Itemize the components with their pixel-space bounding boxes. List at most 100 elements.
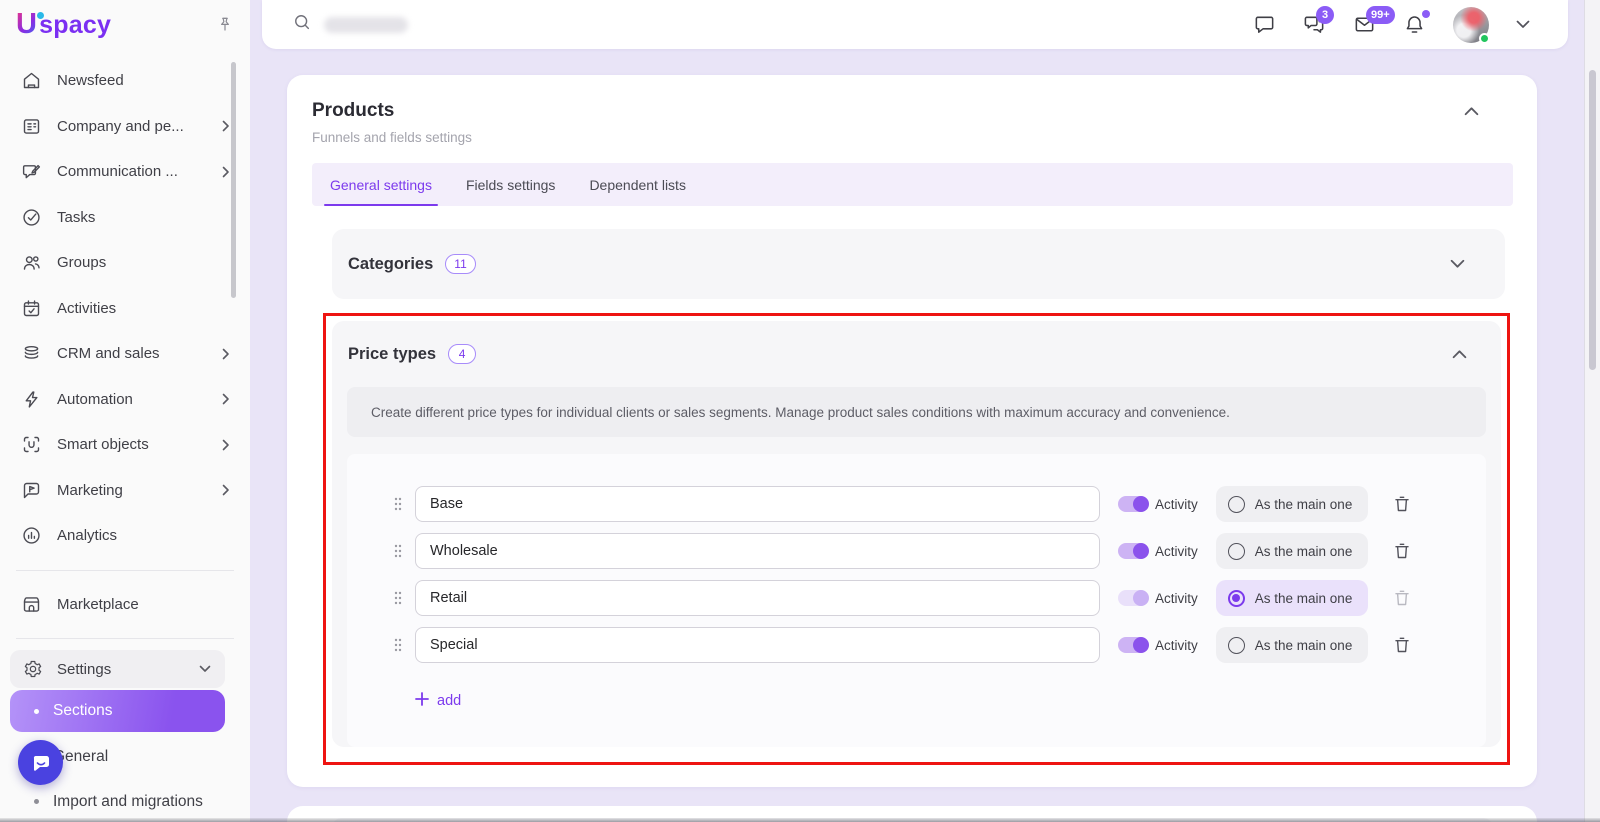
trash-icon[interactable]: [1394, 636, 1410, 654]
page-scrollbar[interactable]: [1584, 0, 1600, 822]
trash-icon[interactable]: [1394, 495, 1410, 513]
as-main-radio[interactable]: As the main one: [1216, 533, 1369, 569]
activity-toggle-disabled[interactable]: [1118, 590, 1148, 606]
sidebar-item-automation[interactable]: Automation: [0, 377, 250, 423]
plus-icon: [415, 692, 429, 710]
calendar-check-icon: [20, 297, 42, 319]
chats-count-badge: 3: [1316, 6, 1334, 24]
window-bottom-edge: [0, 818, 1600, 822]
people-icon: [20, 252, 42, 274]
sidebar-item-groups[interactable]: Groups: [0, 240, 250, 286]
uspacy-logo[interactable]: Uspacy: [16, 8, 111, 41]
as-main-radio[interactable]: As the main one: [1216, 627, 1369, 663]
annotation-highlight-box: Price types 4 Create different price typ…: [323, 313, 1510, 765]
topbar: 3 99+: [262, 0, 1568, 49]
sidebar-item-communication[interactable]: Communication ...: [0, 149, 250, 195]
chevron-right-icon: [222, 439, 230, 451]
chat-multiple-icon[interactable]: 3: [1303, 13, 1326, 36]
sidebar: Uspacy Newsfeed Company and pe... Commun…: [0, 0, 250, 822]
page-subtitle: Funnels and fields settings: [312, 130, 1513, 145]
price-types-description: Create different price types for individ…: [347, 387, 1486, 437]
page-title: Products: [312, 100, 1513, 122]
bell-icon[interactable]: [1403, 13, 1426, 36]
check-circle-icon: [20, 206, 42, 228]
sidebar-item-company-and-people[interactable]: Company and pe...: [0, 104, 250, 150]
sidebar-item-settings[interactable]: Settings: [10, 650, 225, 688]
add-price-type-button[interactable]: add: [415, 692, 461, 710]
expand-categories-chevron-down-icon[interactable]: [1450, 259, 1465, 269]
radio-unchecked-icon: [1228, 543, 1245, 560]
divider: [16, 638, 234, 639]
notification-dot: [1422, 10, 1430, 18]
price-type-row-special: Activity As the main one: [393, 627, 1486, 663]
drag-handle-icon[interactable]: [393, 496, 403, 512]
activity-toggle-on[interactable]: [1118, 543, 1148, 559]
activity-toggle-on[interactable]: [1118, 496, 1148, 512]
drag-handle-icon[interactable]: [393, 590, 403, 606]
trash-icon[interactable]: [1394, 542, 1410, 560]
categories-count-badge: 11: [445, 254, 475, 274]
profile-chevron-down-icon[interactable]: [1516, 20, 1530, 29]
tab-general-settings[interactable]: General settings: [330, 163, 432, 206]
sidebar-scrollbar[interactable]: [231, 62, 236, 298]
sidebar-item-marketplace[interactable]: Marketplace: [0, 582, 250, 628]
avatar[interactable]: [1453, 7, 1489, 43]
pin-sidebar-icon[interactable]: [216, 15, 234, 33]
sidebar-item-newsfeed[interactable]: Newsfeed: [0, 58, 250, 104]
chevron-right-icon: [222, 484, 230, 496]
sidebar-item-tasks[interactable]: Tasks: [0, 195, 250, 241]
as-main-radio[interactable]: As the main one: [1216, 486, 1369, 522]
radio-unchecked-icon: [1228, 637, 1245, 654]
price-type-row-base: Activity As the main one: [393, 486, 1486, 522]
categories-section: Categories 11: [332, 229, 1505, 299]
sidebar-item-crm-and-sales[interactable]: CRM and sales: [0, 331, 250, 377]
radio-checked-icon: [1228, 590, 1245, 607]
activity-toggle-on[interactable]: [1118, 637, 1148, 653]
sidebar-item-activities[interactable]: Activities: [0, 286, 250, 332]
drag-handle-icon[interactable]: [393, 543, 403, 559]
chevron-right-icon: [222, 393, 230, 405]
scrollbar-thumb[interactable]: [1589, 70, 1596, 370]
sidebar-item-analytics[interactable]: Analytics: [0, 513, 250, 559]
price-type-name-input[interactable]: [415, 533, 1100, 569]
price-types-section: Price types 4 Create different price typ…: [332, 321, 1501, 747]
sidebar-subitem-sections[interactable]: Sections: [10, 690, 225, 732]
coin-stack-icon: [20, 343, 42, 365]
search-zone[interactable]: [292, 12, 408, 37]
as-main-radio-selected[interactable]: As the main one: [1216, 580, 1369, 616]
chevron-right-icon: [222, 120, 230, 132]
app-root: Uspacy Newsfeed Company and pe... Commun…: [0, 0, 1600, 822]
trash-icon-disabled: [1394, 589, 1410, 607]
price-type-name-input[interactable]: [415, 486, 1100, 522]
price-type-name-input[interactable]: [415, 580, 1100, 616]
sidebar-subitem-import-and-migrations[interactable]: Import and migrations: [0, 779, 250, 822]
price-types-count-badge: 4: [448, 344, 476, 364]
chevron-right-icon: [222, 348, 230, 360]
sidebar-item-marketing[interactable]: Marketing: [0, 468, 250, 514]
mail-icon[interactable]: 99+: [1353, 13, 1376, 36]
storefront-icon: [20, 593, 42, 615]
drag-handle-icon[interactable]: [393, 637, 403, 653]
bullet-icon: [34, 799, 39, 804]
collapse-price-types-chevron-up-icon[interactable]: [1452, 349, 1467, 359]
gear-icon: [22, 658, 44, 680]
chevron-down-icon: [199, 665, 211, 673]
sidebar-nav: Newsfeed Company and pe... Communication…: [0, 58, 250, 822]
radio-unchecked-icon: [1228, 496, 1245, 513]
scan-u-icon: [20, 434, 42, 456]
price-type-row-wholesale: Activity As the main one: [393, 533, 1486, 569]
company-card-icon: [20, 115, 42, 137]
chat-pen-icon: [20, 161, 42, 183]
support-chat-button[interactable]: [18, 740, 63, 785]
sidebar-item-smart-objects[interactable]: Smart objects: [0, 422, 250, 468]
collapse-card-chevron-up-icon[interactable]: [1464, 106, 1479, 116]
divider: [16, 570, 234, 571]
lightning-icon: [20, 388, 42, 410]
price-type-name-input[interactable]: [415, 627, 1100, 663]
tab-fields-settings[interactable]: Fields settings: [466, 163, 555, 206]
price-types-title: Price types: [348, 345, 436, 364]
categories-title: Categories: [348, 255, 433, 274]
products-card: Products Funnels and fields settings Gen…: [287, 75, 1537, 787]
tab-dependent-lists[interactable]: Dependent lists: [589, 163, 686, 206]
chat-bubble-icon[interactable]: [1253, 13, 1276, 36]
